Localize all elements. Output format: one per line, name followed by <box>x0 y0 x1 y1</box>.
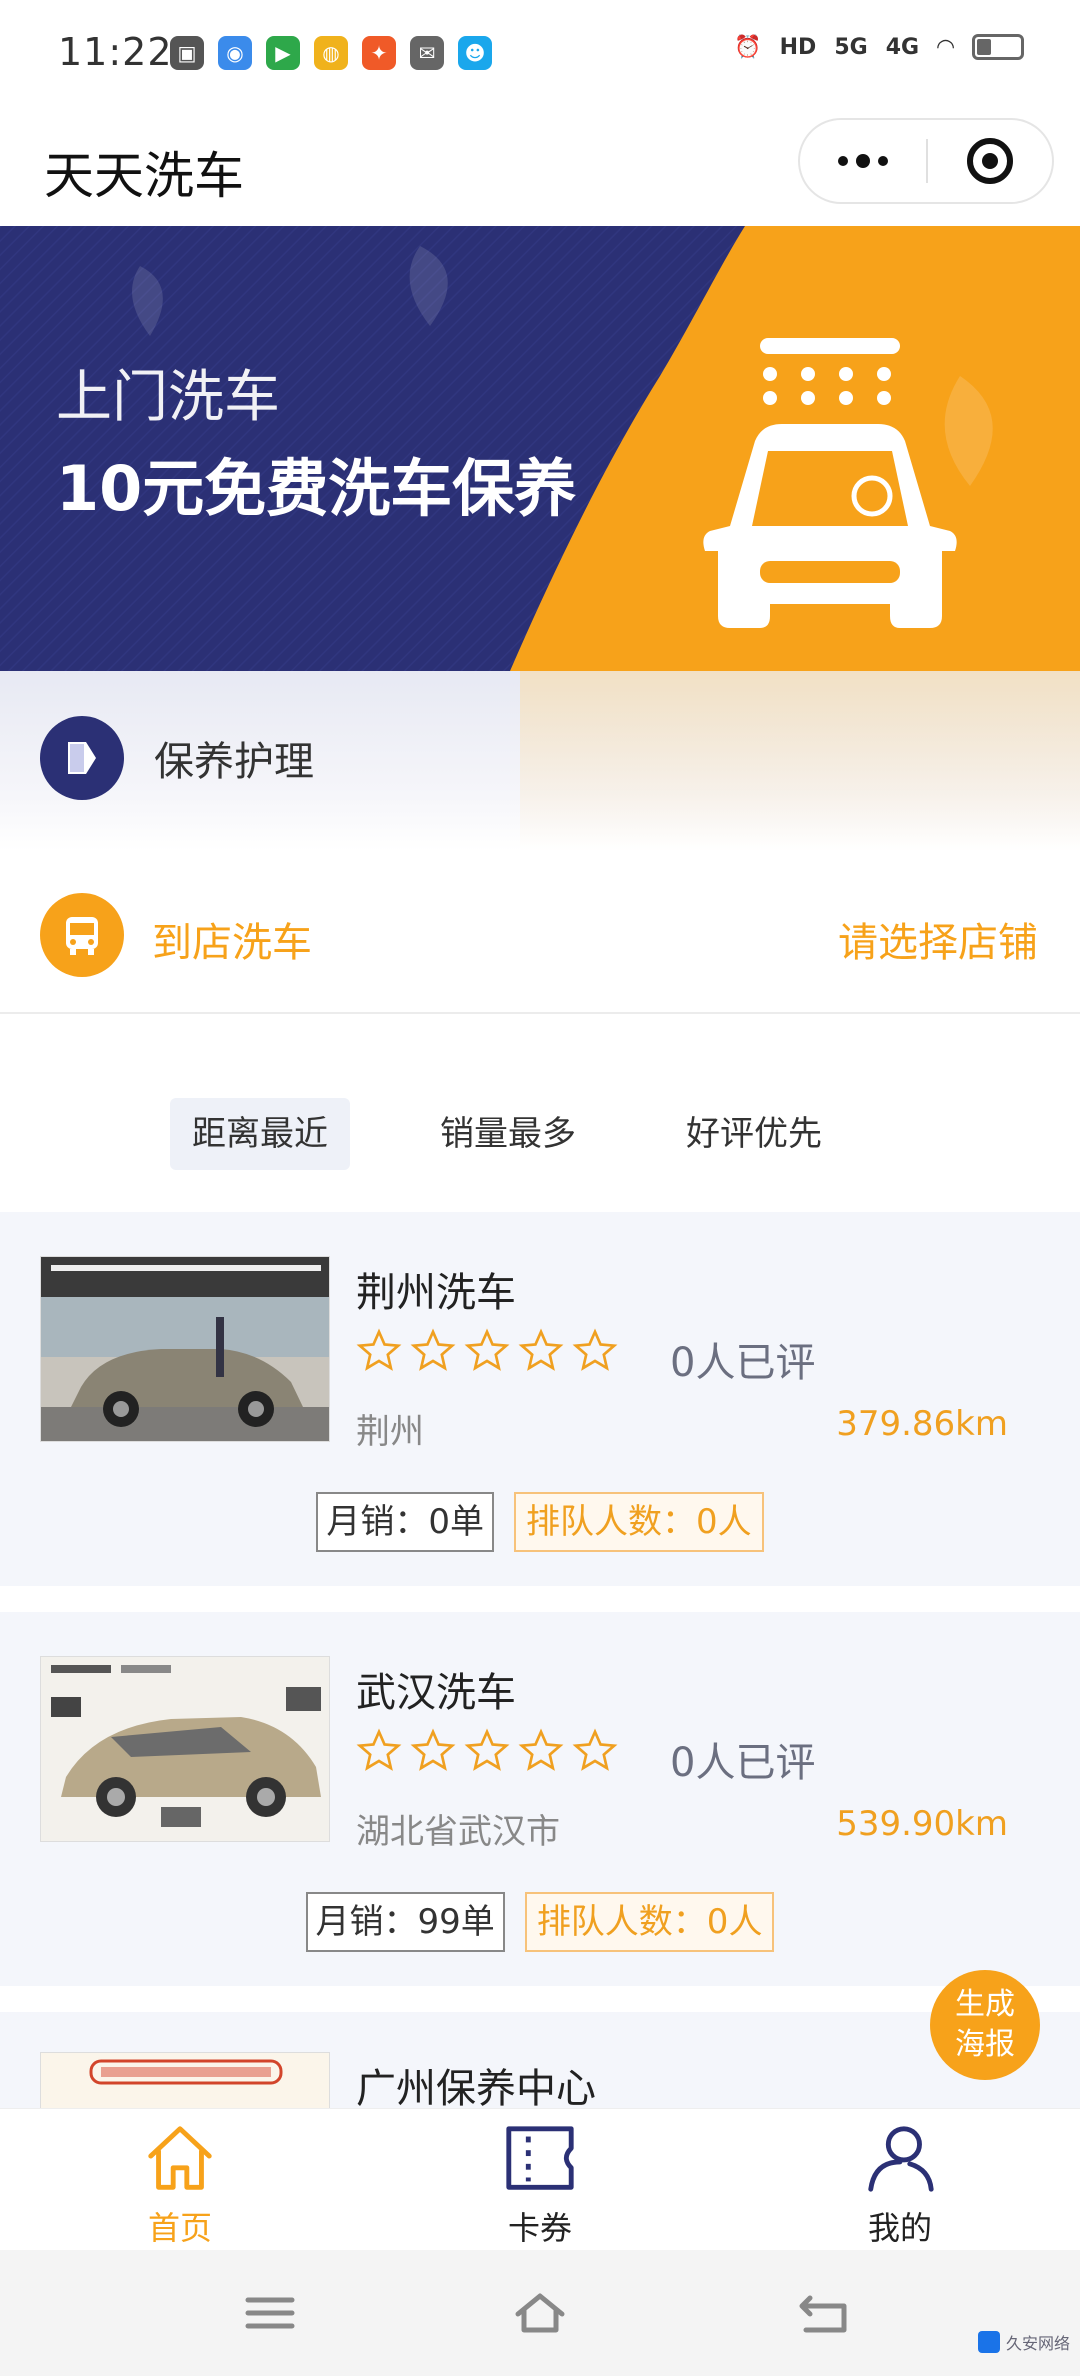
promo-banner[interactable]: 上门洗车 10元免费洗车保养 <box>0 226 1080 671</box>
star-icon <box>410 1328 456 1371</box>
back-icon[interactable] <box>796 2288 852 2338</box>
star-icon <box>572 1328 618 1371</box>
signal-4g-label: 4G <box>885 34 920 60</box>
title-bar: 天天洗车 <box>0 110 1080 226</box>
sort-tab-rating[interactable]: 好评优先 <box>664 1098 844 1170</box>
app-notification-icon: ▣ <box>170 36 204 70</box>
menu-icon[interactable] <box>242 2288 298 2338</box>
watermark-logo: 久安网络 <box>977 2330 1070 2354</box>
panel-highlight <box>520 671 1080 851</box>
tab-mine[interactable]: 我的 <box>800 2119 1000 2249</box>
maintenance-icon <box>40 716 124 800</box>
user-icon <box>868 2126 934 2192</box>
star-icon <box>572 1728 618 1771</box>
coupon-icon <box>506 2126 574 2190</box>
tab-coupons-label: 卡券 <box>507 2209 572 2247</box>
review-count: 0人已评 <box>670 1340 816 1386</box>
banner-subtitle: 上门洗车 <box>56 365 280 430</box>
store-photo <box>40 1656 330 1842</box>
sort-tab-sales[interactable]: 销量最多 <box>418 1098 598 1170</box>
bottom-tab-bar: 首页 卡券 我的 <box>0 2108 1080 2250</box>
banner-headline: 10元免费洗车保养 <box>56 452 577 525</box>
bus-icon <box>40 893 124 977</box>
video-notification-icon: ▶ <box>266 36 300 70</box>
home-icon <box>148 2126 212 2190</box>
store-name: 荆州洗车 <box>356 1270 516 1316</box>
star-icon <box>464 1328 510 1371</box>
store-wash-label: 到店洗车 <box>152 920 312 966</box>
status-time: 11:22 <box>58 30 173 74</box>
wifi-icon: ◠ <box>937 34 954 60</box>
store-distance: 379.86km <box>836 1404 1008 1444</box>
star-icon <box>410 1728 456 1771</box>
system-status: ⏰ HD 5G 4G ◠ <box>734 34 1024 60</box>
qq-notification-icon: ☻ <box>458 36 492 70</box>
tab-home-label: 首页 <box>147 2209 212 2247</box>
page-title: 天天洗车 <box>44 147 244 205</box>
store-photo <box>40 2052 330 2108</box>
card-divider <box>0 1986 1080 2012</box>
wechat-notification-icon: ✉ <box>410 36 444 70</box>
store-card[interactable]: 荆州洗车 0人已评 荆州 379.86km 月销：0单 排队人数：0人 <box>0 1212 1080 1586</box>
system-nav-bar: 久安网络 <box>0 2250 1080 2376</box>
star-icon <box>518 1328 564 1371</box>
store-name: 武汉洗车 <box>356 1670 516 1716</box>
rating-stars <box>356 1728 618 1774</box>
poster-label-line1: 生成 <box>955 1987 1015 2022</box>
watermark-text: 久安网络 <box>1005 2334 1070 2353</box>
monthly-sales-badge: 月销：0单 <box>316 1492 494 1552</box>
review-count: 0人已评 <box>670 1740 816 1786</box>
more-dot-icon <box>856 154 870 168</box>
store-city: 荆州 <box>356 1412 424 1452</box>
home-nav-icon[interactable] <box>512 2288 568 2338</box>
app2-notification-icon: ✦ <box>362 36 396 70</box>
more-dot-icon <box>878 156 888 166</box>
star-icon <box>356 1728 402 1771</box>
mini-program-capsule <box>798 118 1054 204</box>
weibo-notification-icon: ◍ <box>314 36 348 70</box>
target-icon <box>966 138 1013 184</box>
store-tags: 月销：99单 排队人数：0人 <box>0 1892 1080 1952</box>
close-mini-program-button[interactable] <box>928 120 1052 202</box>
browser-notification-icon: ◉ <box>218 36 252 70</box>
care-service-entry[interactable]: 保养护理 <box>40 716 314 800</box>
store-tags: 月销：0单 排队人数：0人 <box>0 1492 1080 1552</box>
store-name: 广州保养中心 <box>356 2066 596 2108</box>
poster-label-line2: 海报 <box>955 2027 1015 2062</box>
tab-coupons[interactable]: 卡券 <box>440 2119 640 2249</box>
battery-icon <box>972 34 1024 60</box>
store-city: 湖北省武汉市 <box>356 1812 560 1852</box>
star-icon <box>518 1728 564 1771</box>
signal-5g-label: 5G <box>834 34 868 60</box>
more-dot-icon <box>838 156 848 166</box>
care-service-label: 保养护理 <box>154 739 314 785</box>
alarm-icon: ⏰ <box>734 34 762 60</box>
watermark-icon <box>977 2331 1000 2353</box>
monthly-sales-badge: 月销：99单 <box>305 1892 505 1952</box>
more-menu-button[interactable] <box>800 120 926 202</box>
select-store-link[interactable]: 请选择店铺 <box>838 910 1038 968</box>
queue-count-badge: 排队人数：0人 <box>524 1892 775 1952</box>
store-card[interactable]: 广州保养中心 <box>0 2012 1080 2108</box>
notification-icons: ▣ ◉ ▶ ◍ ✦ ✉ ☻ <box>170 36 492 70</box>
rating-stars <box>356 1328 618 1374</box>
store-distance: 539.90km <box>836 1804 1008 1844</box>
tab-mine-label: 我的 <box>867 2209 932 2247</box>
card-divider <box>0 1586 1080 1612</box>
star-icon <box>464 1728 510 1771</box>
tab-home[interactable]: 首页 <box>80 2119 280 2249</box>
hd-icon: HD <box>779 34 817 60</box>
store-photo <box>40 1256 330 1442</box>
generate-poster-button[interactable]: 生成 海报 <box>930 1970 1040 2080</box>
star-icon <box>356 1328 402 1371</box>
sort-tab-distance[interactable]: 距离最近 <box>170 1098 350 1170</box>
queue-count-badge: 排队人数：0人 <box>514 1492 764 1552</box>
sort-tabs: 距离最近 销量最多 好评优先 <box>0 1098 1080 1178</box>
status-bar: 11:22 ▣ ◉ ▶ ◍ ✦ ✉ ☻ ⏰ HD 5G 4G ◠ <box>0 0 1080 110</box>
store-card[interactable]: 武汉洗车 0人已评 湖北省武汉市 539.90km 月销：99单 排队人数：0人 <box>0 1612 1080 1986</box>
store-wash-row[interactable]: 到店洗车 请选择店铺 <box>0 860 1080 1014</box>
